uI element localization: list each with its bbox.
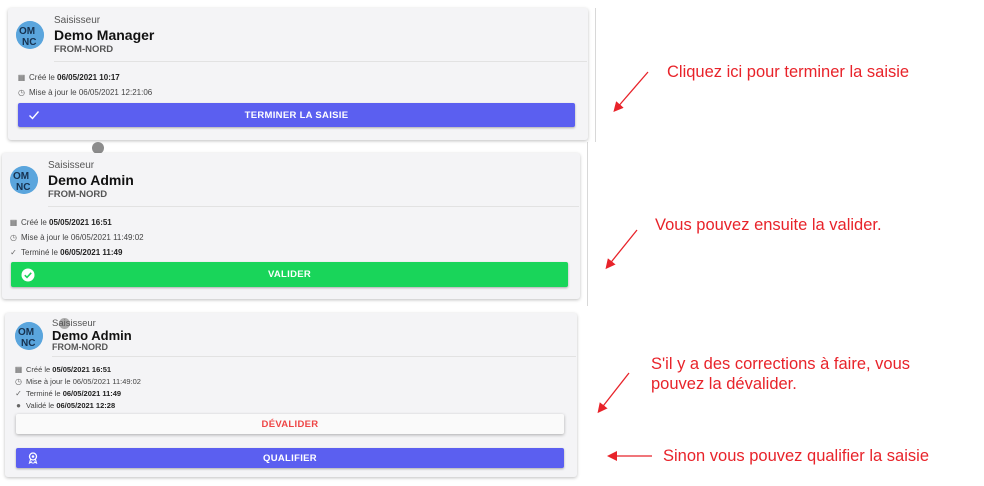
annotation-terminer: Cliquez ici pour terminer la saisie (667, 63, 910, 81)
annotation-devalider-line1: S'il y a des corrections à faire, vous (651, 355, 911, 373)
arrow-devalider (597, 372, 630, 414)
arrow-valider (605, 229, 638, 270)
annotation-qualifier: Sinon vous pouvez qualifier la saisie (663, 447, 929, 465)
annotation-valider: Vous pouvez ensuite la valider. (655, 216, 882, 234)
annotation-devalider-line2: pouvez la dévalider. (651, 375, 797, 393)
arrow-terminer (613, 71, 649, 113)
